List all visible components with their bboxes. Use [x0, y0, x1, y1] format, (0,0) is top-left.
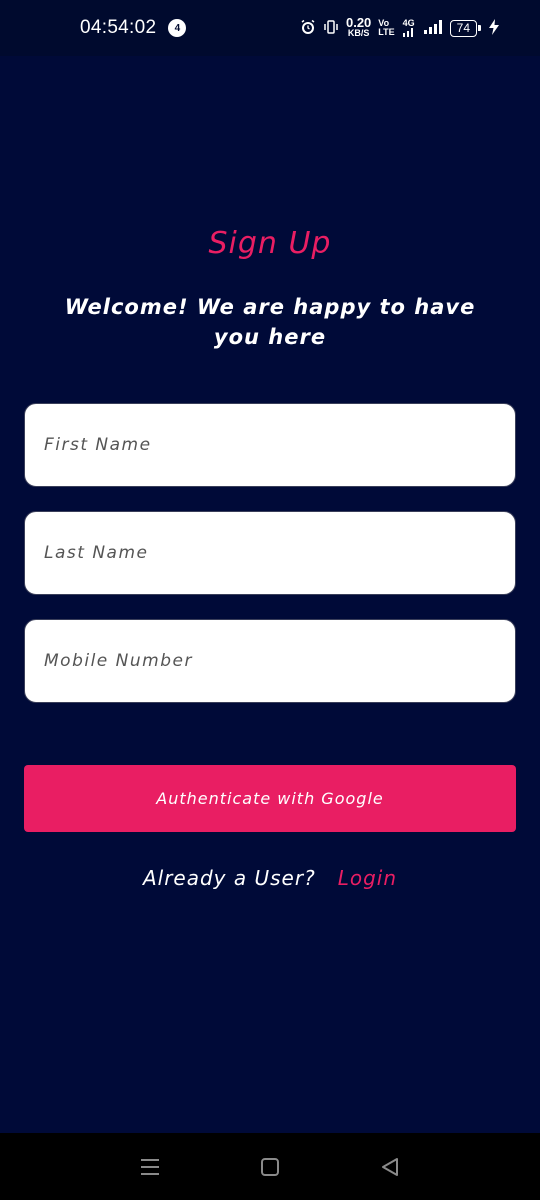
login-prompt: Already a User? Login [0, 866, 540, 890]
mobile-number-input[interactable] [44, 651, 515, 671]
last-name-input[interactable] [44, 543, 515, 563]
already-user-text: Already a User? [142, 866, 316, 890]
mobile-number-field-container [24, 619, 516, 703]
charging-icon [488, 18, 500, 38]
authenticate-google-button[interactable]: Authenticate with Google [24, 765, 516, 832]
back-triangle-icon [382, 1157, 398, 1176]
battery-indicator: 74 [449, 19, 482, 37]
status-icons: 0.20 KB/S Vo LTE 4G 74 [300, 15, 500, 38]
net-speed-unit: KB/S [347, 28, 370, 38]
back-button[interactable] [370, 1147, 410, 1187]
first-name-input[interactable] [44, 435, 515, 455]
volte-bottom: LTE [378, 27, 395, 37]
status-bar: 04:54:02 4 0.20 KB/S Vo LTE 4G 74 [0, 0, 540, 56]
menu-icon [141, 1158, 159, 1175]
last-name-field-container [24, 511, 516, 595]
net-speed: 0.20 KB/S [345, 15, 372, 38]
signal-icon [423, 19, 443, 37]
net-speed-value: 0.20 [345, 15, 372, 30]
page-title: Sign Up [208, 226, 332, 261]
notification-badge: 4 [168, 19, 187, 37]
status-time: 04:54:02 [80, 17, 157, 38]
network-type: 4G [402, 19, 416, 37]
network-type-label: 4G [402, 18, 415, 28]
vibrate-icon [323, 19, 339, 38]
square-icon [261, 1157, 279, 1176]
first-name-field-container [24, 403, 516, 487]
system-navigation-bar [0, 1133, 540, 1200]
alarm-icon [300, 19, 316, 38]
home-button[interactable] [250, 1147, 290, 1187]
volte-indicator: Vo LTE [378, 19, 394, 37]
recents-button[interactable] [130, 1147, 170, 1187]
welcome-subtitle: Welcome! We are happy to have you here [64, 295, 476, 349]
login-link[interactable]: Login [338, 866, 397, 890]
